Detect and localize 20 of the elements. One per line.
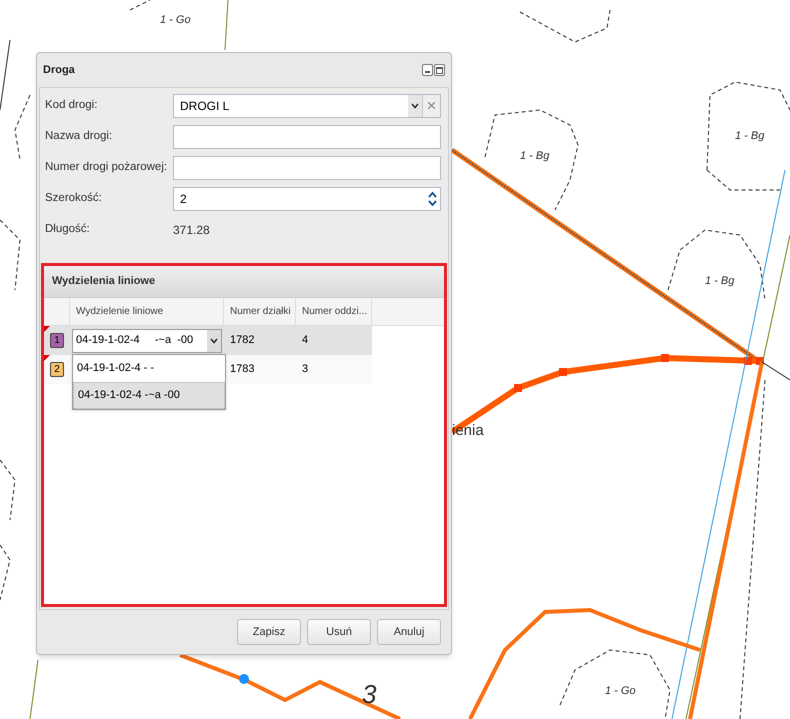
map-label: 1 - Go (605, 684, 636, 699)
table-cell-text: 4 (301, 333, 310, 348)
map-label: 1 - Bg (735, 129, 764, 144)
row-number-badge: 1 (50, 333, 64, 348)
field-label: Nazwa drogi: (45, 128, 114, 144)
window-title: Droga (43, 62, 76, 78)
map-label: 1 - Go (160, 13, 191, 28)
field-label: Numer drogi pożarowej: (45, 160, 165, 175)
map-label: 1 - Bg (520, 149, 550, 164)
row-number-badge: 2 (50, 362, 64, 377)
grid-title: Wydzielenia liniowe (52, 274, 156, 290)
table-cell-text: 3 (301, 362, 310, 378)
map-label: 3 (362, 678, 376, 711)
field-label: Kod drogi: (45, 98, 98, 113)
field-label: Długość: (45, 222, 91, 237)
length-value: 371.28 (173, 222, 210, 238)
table-cell-text: 1783 (229, 362, 256, 378)
map-label: 1 - Bg (705, 274, 734, 289)
table-cell-text: 1782 (229, 333, 256, 348)
field-label: Szerokość: (45, 190, 103, 206)
